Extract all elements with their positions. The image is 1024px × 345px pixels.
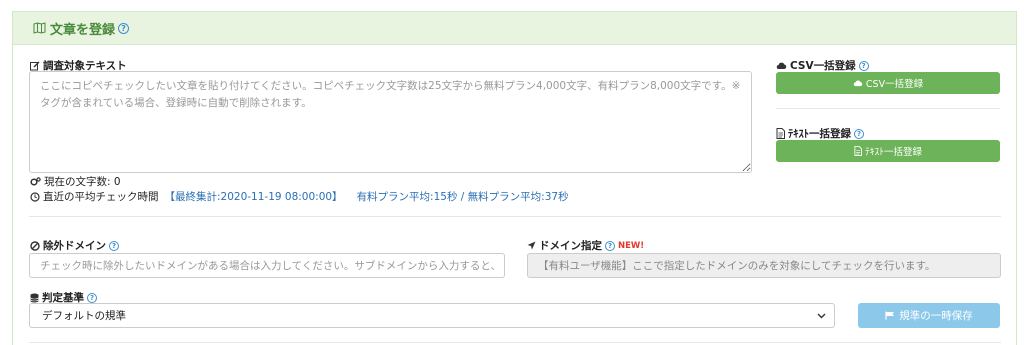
last-aggregated: 【最終集計:2020-11-19 08:00:00】 bbox=[164, 191, 343, 203]
new-badge: NEW! bbox=[618, 240, 645, 251]
cloud-upload-icon bbox=[776, 62, 787, 70]
help-icon[interactable]: ? bbox=[109, 240, 119, 251]
target-text-input[interactable] bbox=[29, 71, 752, 173]
plan-averages: 有料プラン平均:15秒 / 無料プラン平均:37秒 bbox=[356, 191, 569, 203]
text-bulk-button[interactable]: ﾃｷｽﾄ一括登録 bbox=[776, 140, 1000, 162]
help-icon[interactable]: ? bbox=[87, 292, 97, 303]
csv-label-text: CSV一括登録 bbox=[790, 60, 856, 72]
domain-spec-label-text: ドメイン指定 bbox=[539, 240, 602, 252]
text-bulk-label-text: ﾃｷｽﾄ一括登録 bbox=[788, 128, 851, 140]
ban-icon bbox=[30, 240, 40, 251]
text-bulk-button-label: ﾃｷｽﾄ一括登録 bbox=[864, 147, 922, 158]
char-count-text: 現在の文字数: 0 bbox=[44, 176, 121, 188]
save-criteria-button-label: 規準の一時保存 bbox=[899, 310, 973, 322]
help-icon[interactable]: ? bbox=[605, 240, 615, 251]
cogs-icon bbox=[30, 176, 41, 186]
map-icon bbox=[33, 22, 46, 34]
csv-bulk-button[interactable]: CSV一括登録 bbox=[776, 72, 1000, 94]
criteria-select[interactable]: デフォルトの規準 bbox=[29, 303, 835, 328]
chevron-down-icon bbox=[817, 313, 826, 318]
exclude-domain-label-text: 除外ドメイン bbox=[43, 240, 106, 252]
domain-spec-input bbox=[527, 253, 1001, 278]
panel-header: 文章を登録 ? bbox=[13, 12, 1016, 45]
cloud-upload-icon bbox=[853, 80, 863, 87]
domain-spec-label: ドメイン指定 ? NEW! bbox=[527, 238, 644, 253]
flag-icon bbox=[885, 311, 895, 320]
divider bbox=[29, 216, 1001, 217]
exclude-domain-input[interactable] bbox=[29, 253, 505, 278]
panel-title: 文章を登録 bbox=[50, 22, 116, 38]
divider bbox=[29, 342, 1001, 343]
save-criteria-button[interactable]: 規準の一時保存 bbox=[858, 303, 1000, 328]
divider bbox=[776, 108, 1000, 109]
char-count: 現在の文字数: 0 bbox=[30, 174, 121, 189]
avg-check-label: 直近の平均チェック時間 bbox=[43, 191, 159, 203]
help-icon[interactable]: ? bbox=[118, 22, 130, 34]
edit-icon bbox=[30, 61, 40, 70]
csv-bulk-button-label: CSV一括登録 bbox=[865, 79, 924, 90]
file-icon bbox=[854, 146, 862, 156]
exclude-domain-label: 除外ドメイン ? bbox=[30, 238, 119, 253]
clock-icon bbox=[30, 191, 40, 202]
help-icon[interactable]: ? bbox=[854, 128, 864, 139]
help-icon[interactable]: ? bbox=[858, 60, 869, 71]
file-icon bbox=[776, 128, 785, 139]
criteria-select-value: デフォルトの規準 bbox=[42, 310, 126, 322]
text-bulk-label: ﾃｷｽﾄ一括登録 ? bbox=[776, 126, 864, 141]
location-arrow-icon bbox=[527, 241, 536, 250]
database-icon bbox=[30, 293, 39, 302]
avg-check-time: 直近の平均チェック時間 【最終集計:2020-11-19 08:00:00】 有… bbox=[30, 189, 569, 204]
csv-label: CSV一括登録 ? bbox=[776, 58, 869, 73]
